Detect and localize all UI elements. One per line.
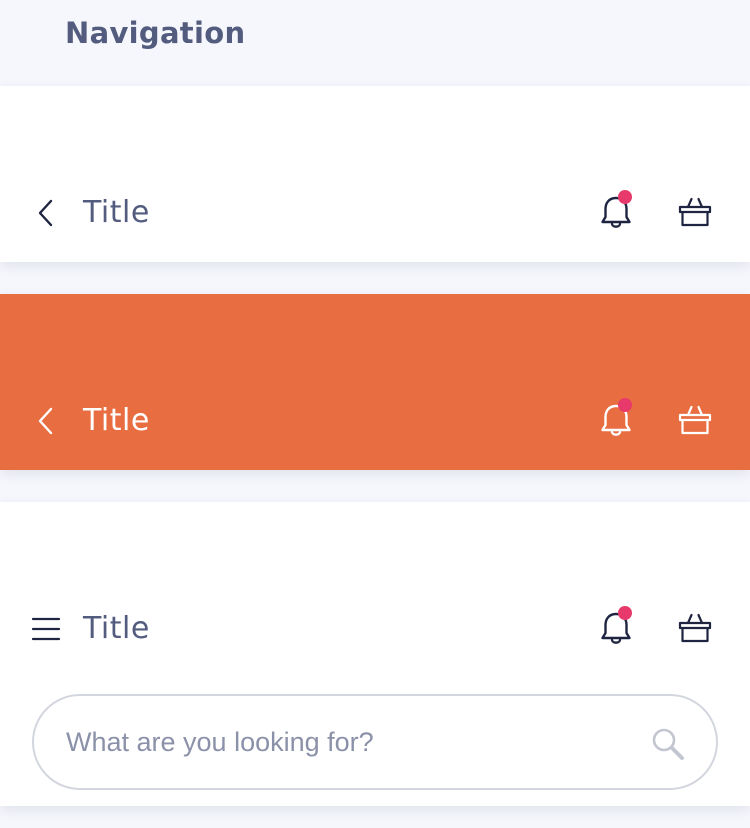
navbar-title: Title: [83, 195, 150, 230]
menu-button[interactable]: [26, 609, 66, 649]
chevron-left-icon: [38, 407, 53, 435]
menu-icon: [31, 617, 61, 641]
notifications-button[interactable]: [593, 397, 639, 443]
notification-badge: [618, 606, 632, 620]
bell-icon: [601, 398, 632, 436]
basket-icon: [678, 405, 712, 435]
navbar-accent: Title: [0, 294, 750, 470]
navbar-title: Title: [83, 403, 150, 438]
back-button[interactable]: [26, 193, 66, 233]
section-heading: Navigation: [65, 16, 246, 50]
notifications-button[interactable]: [593, 189, 639, 235]
search-button[interactable]: [646, 722, 690, 766]
basket-icon: [678, 197, 712, 227]
navbar-row: Title: [0, 599, 750, 659]
search-icon: [652, 728, 684, 760]
chevron-left-icon: [38, 199, 53, 227]
basket-button[interactable]: [674, 607, 716, 649]
back-button[interactable]: [26, 401, 66, 441]
navbar-title: Title: [83, 611, 150, 646]
basket-button[interactable]: [674, 191, 716, 233]
search-field[interactable]: [32, 694, 718, 790]
search-input[interactable]: [66, 716, 626, 768]
notification-badge: [618, 190, 632, 204]
basket-icon: [678, 613, 712, 643]
bell-icon: [601, 606, 632, 644]
navbar-row: Title: [0, 391, 750, 451]
bell-icon: [601, 190, 632, 228]
notification-badge: [618, 398, 632, 412]
navbar-row: Title: [0, 183, 750, 243]
navbar-search: Title: [0, 502, 750, 806]
basket-button[interactable]: [674, 399, 716, 441]
notifications-button[interactable]: [593, 605, 639, 651]
navbar-light: Title: [0, 86, 750, 262]
